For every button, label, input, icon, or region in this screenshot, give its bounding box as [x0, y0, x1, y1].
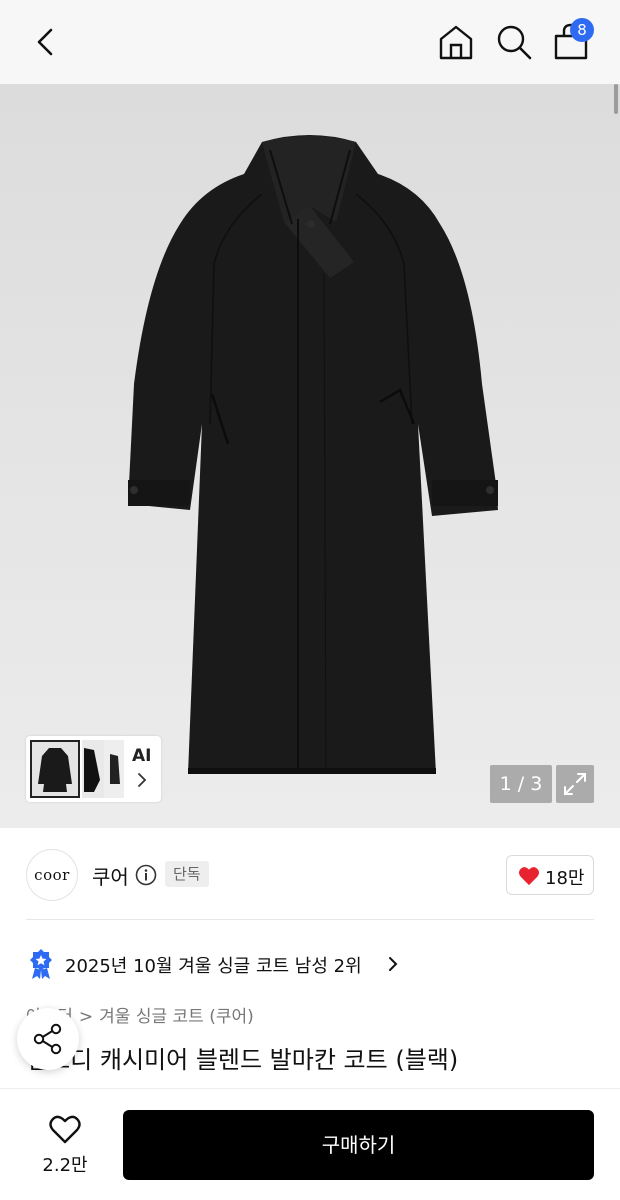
coat-thumbnail — [110, 754, 120, 784]
search-icon — [497, 25, 532, 60]
top-bar: 8 — [0, 0, 620, 84]
brand-like-count: 18만 — [545, 868, 585, 889]
home-icon — [439, 25, 473, 60]
coat-thumbnail — [84, 748, 100, 792]
image-thumbnails[interactable]: AI — [26, 736, 161, 802]
breadcrumb-item[interactable]: 겨울 싱글 코트 (쿠어) — [99, 1007, 254, 1027]
back-button[interactable] — [26, 22, 66, 62]
heart-filled-icon — [519, 867, 539, 886]
thumbnail-selected[interactable] — [30, 740, 80, 798]
expand-icon — [564, 773, 586, 795]
product-detail-page: 8 AI 1 / 3 coor 쿠어 단독 18만 2025년 10월 겨울 싱… — [0, 0, 620, 1200]
chevron-right-icon — [138, 773, 147, 787]
bottom-action-bar: 2.2만 구매하기 — [0, 1088, 620, 1200]
ai-label[interactable]: AI — [132, 746, 151, 766]
cart-button[interactable]: 8 — [550, 18, 596, 64]
exclusive-badge: 단독 — [165, 861, 209, 887]
thumbnail-2[interactable] — [82, 740, 104, 798]
brand-logo[interactable]: coor — [26, 849, 78, 901]
expand-button[interactable] — [556, 765, 594, 803]
ranking-text: 2025년 10월 겨울 싱글 코트 남성 2위 — [65, 956, 362, 977]
brand-name[interactable]: 쿠어 — [92, 861, 129, 890]
buy-button[interactable]: 구매하기 — [123, 1110, 594, 1180]
heart-outline-icon — [49, 1115, 81, 1144]
product-image-gallery[interactable]: AI 1 / 3 — [0, 84, 620, 828]
coat-thumbnail — [38, 748, 72, 792]
divider — [26, 919, 594, 920]
ranking-medal-icon — [30, 949, 52, 979]
cart-count-badge: 8 — [570, 18, 594, 42]
chevron-right-icon — [389, 957, 398, 971]
breadcrumb-separator-icon: > — [78, 1007, 94, 1027]
brand-logo-text: coor — [34, 866, 70, 884]
share-button[interactable] — [17, 1008, 79, 1070]
info-icon[interactable] — [135, 864, 157, 886]
brand-like-button[interactable]: 18만 — [506, 855, 594, 895]
coat-product-image — [128, 135, 498, 775]
wishlist-count: 2.2만 — [42, 1155, 88, 1176]
thumbnail-3[interactable] — [104, 740, 124, 798]
product-title: 벨로디 캐시미어 블렌드 발마칸 코트 (블랙) — [26, 1046, 459, 1074]
share-icon — [33, 1023, 62, 1055]
home-button[interactable] — [436, 22, 476, 62]
search-button[interactable] — [494, 22, 534, 62]
wishlist-button[interactable]: 2.2만 — [30, 1113, 100, 1179]
chevron-left-icon — [37, 28, 53, 56]
image-counter: 1 / 3 — [490, 765, 552, 803]
